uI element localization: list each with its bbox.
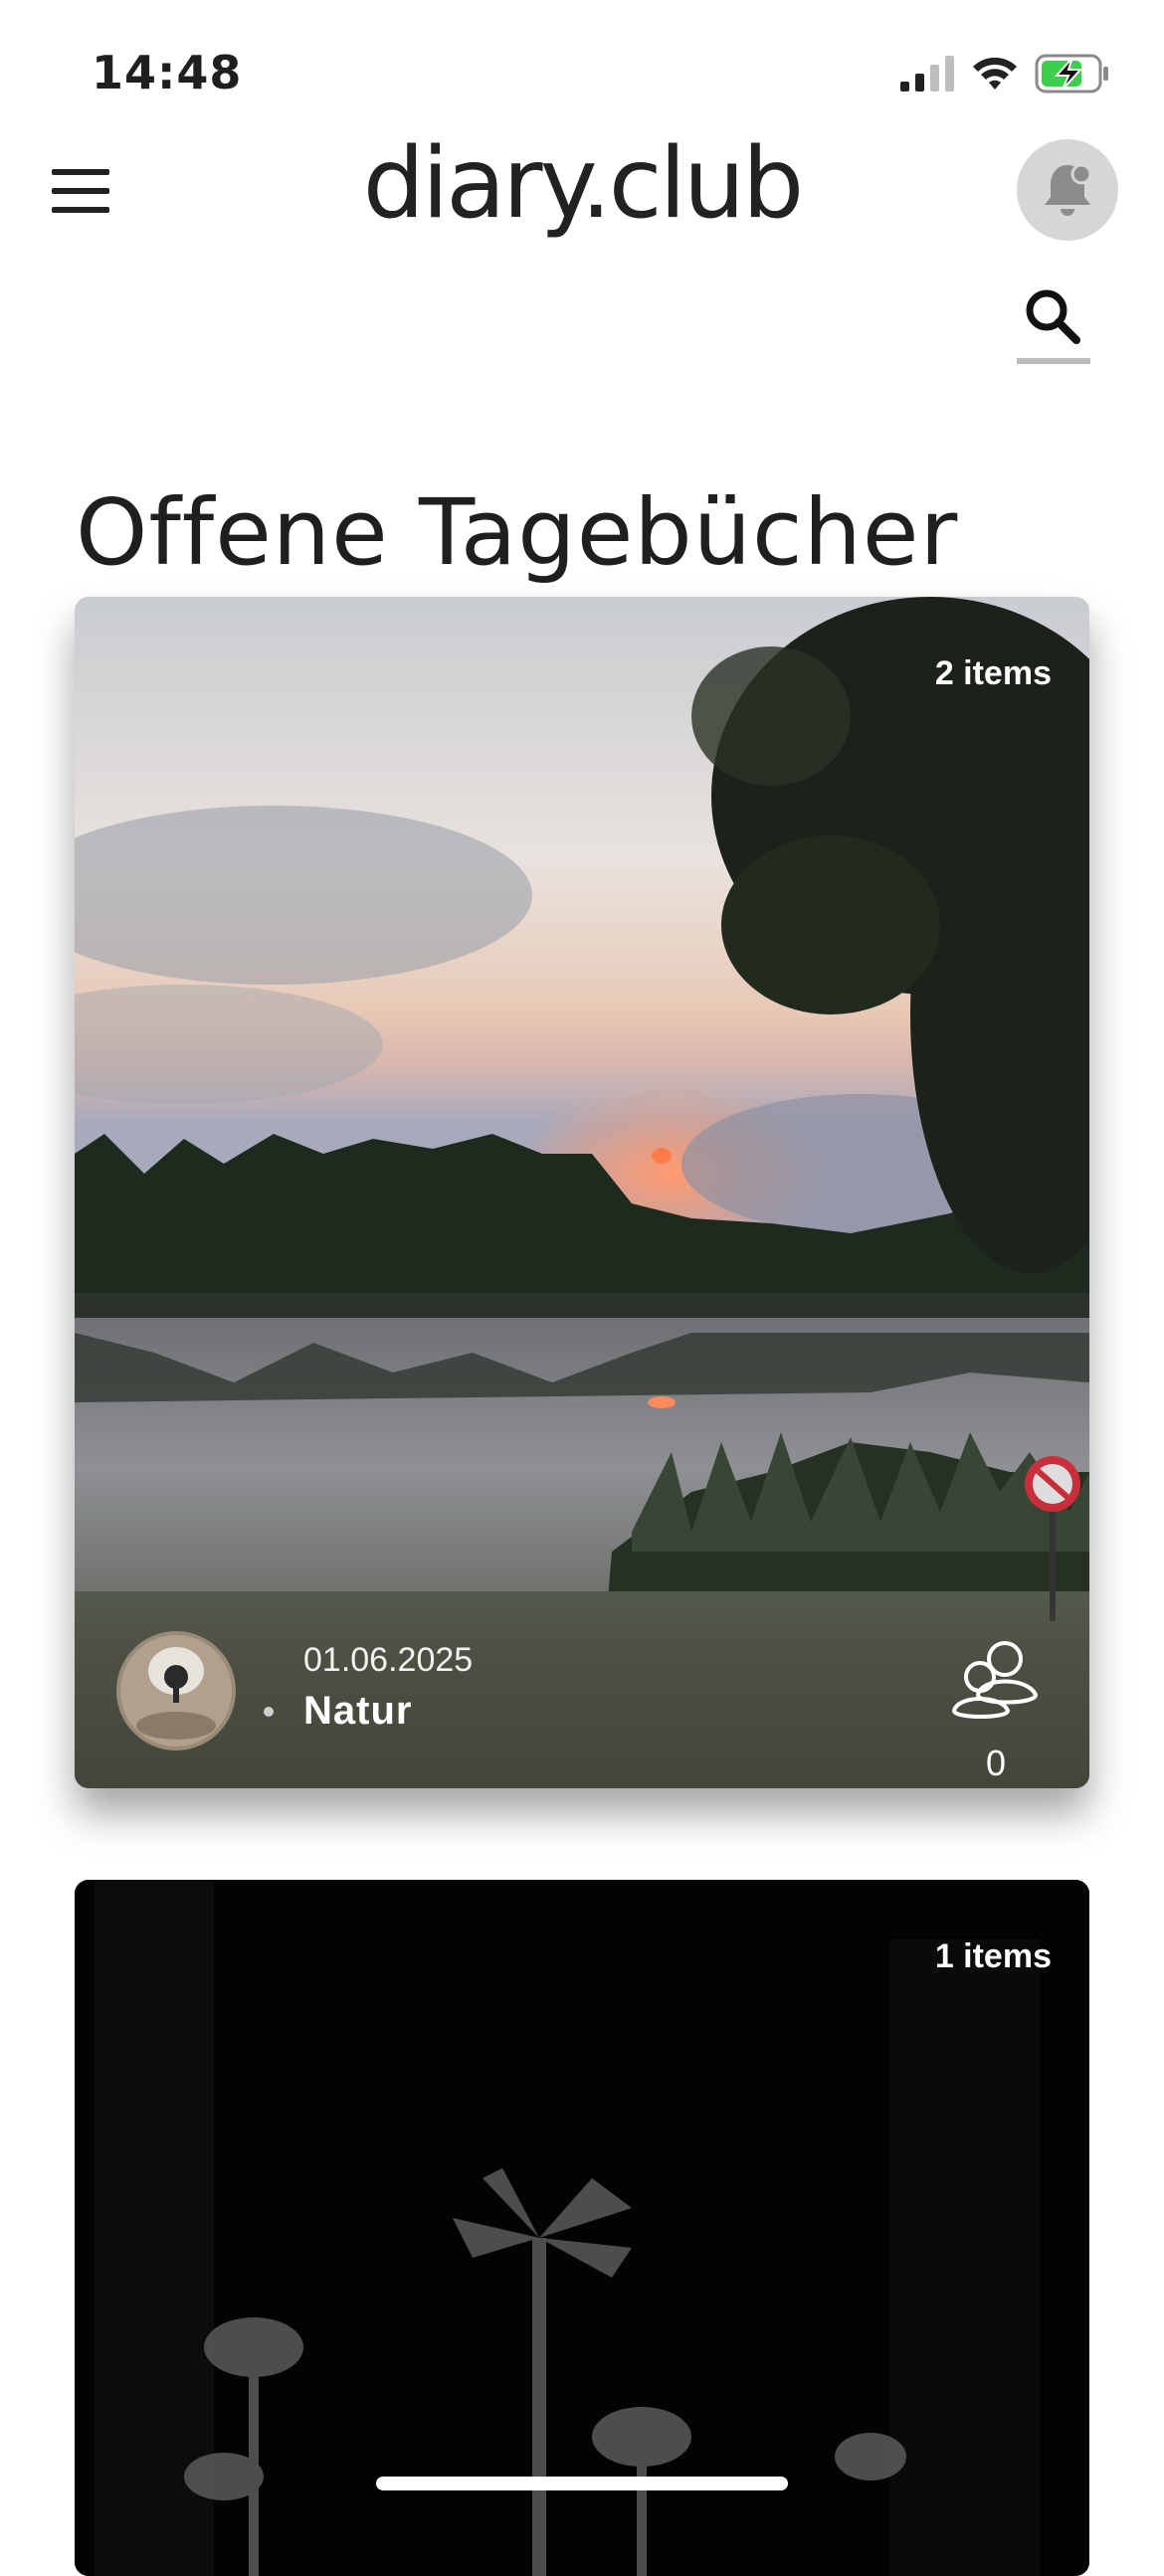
items-count: 2 items	[934, 654, 1052, 692]
diary-category: Natur	[303, 1689, 413, 1733]
avatar-image	[116, 1631, 236, 1750]
search-button[interactable]	[1017, 280, 1090, 366]
home-indicator[interactable]	[376, 2477, 788, 2490]
members-count: 0	[985, 1743, 1007, 1783]
notifications-button[interactable]	[1017, 139, 1118, 241]
wifi-icon	[973, 57, 1017, 90]
battery-charging-icon	[1035, 54, 1108, 93]
search-underline	[1017, 358, 1090, 364]
avatar[interactable]	[116, 1631, 236, 1750]
members-icon[interactable]	[950, 1633, 1042, 1723]
diary-card[interactable]: 1 items	[75, 1880, 1089, 2576]
search-icon	[1026, 289, 1080, 344]
separator-dot	[264, 1707, 274, 1717]
status-time: 14:48	[92, 46, 243, 99]
diary-card[interactable]: 2 items 01.06.2025 Natur 0	[75, 597, 1089, 1788]
signal-icon	[900, 56, 954, 92]
diary-cover-image	[75, 1880, 1089, 2576]
items-count: 1 items	[934, 1937, 1052, 1975]
app-logo[interactable]: diary.club	[0, 127, 1164, 241]
bell-icon	[1045, 163, 1092, 216]
diary-date: 01.06.2025	[303, 1641, 474, 1679]
page-title: Offene Tagebücher	[76, 478, 959, 586]
